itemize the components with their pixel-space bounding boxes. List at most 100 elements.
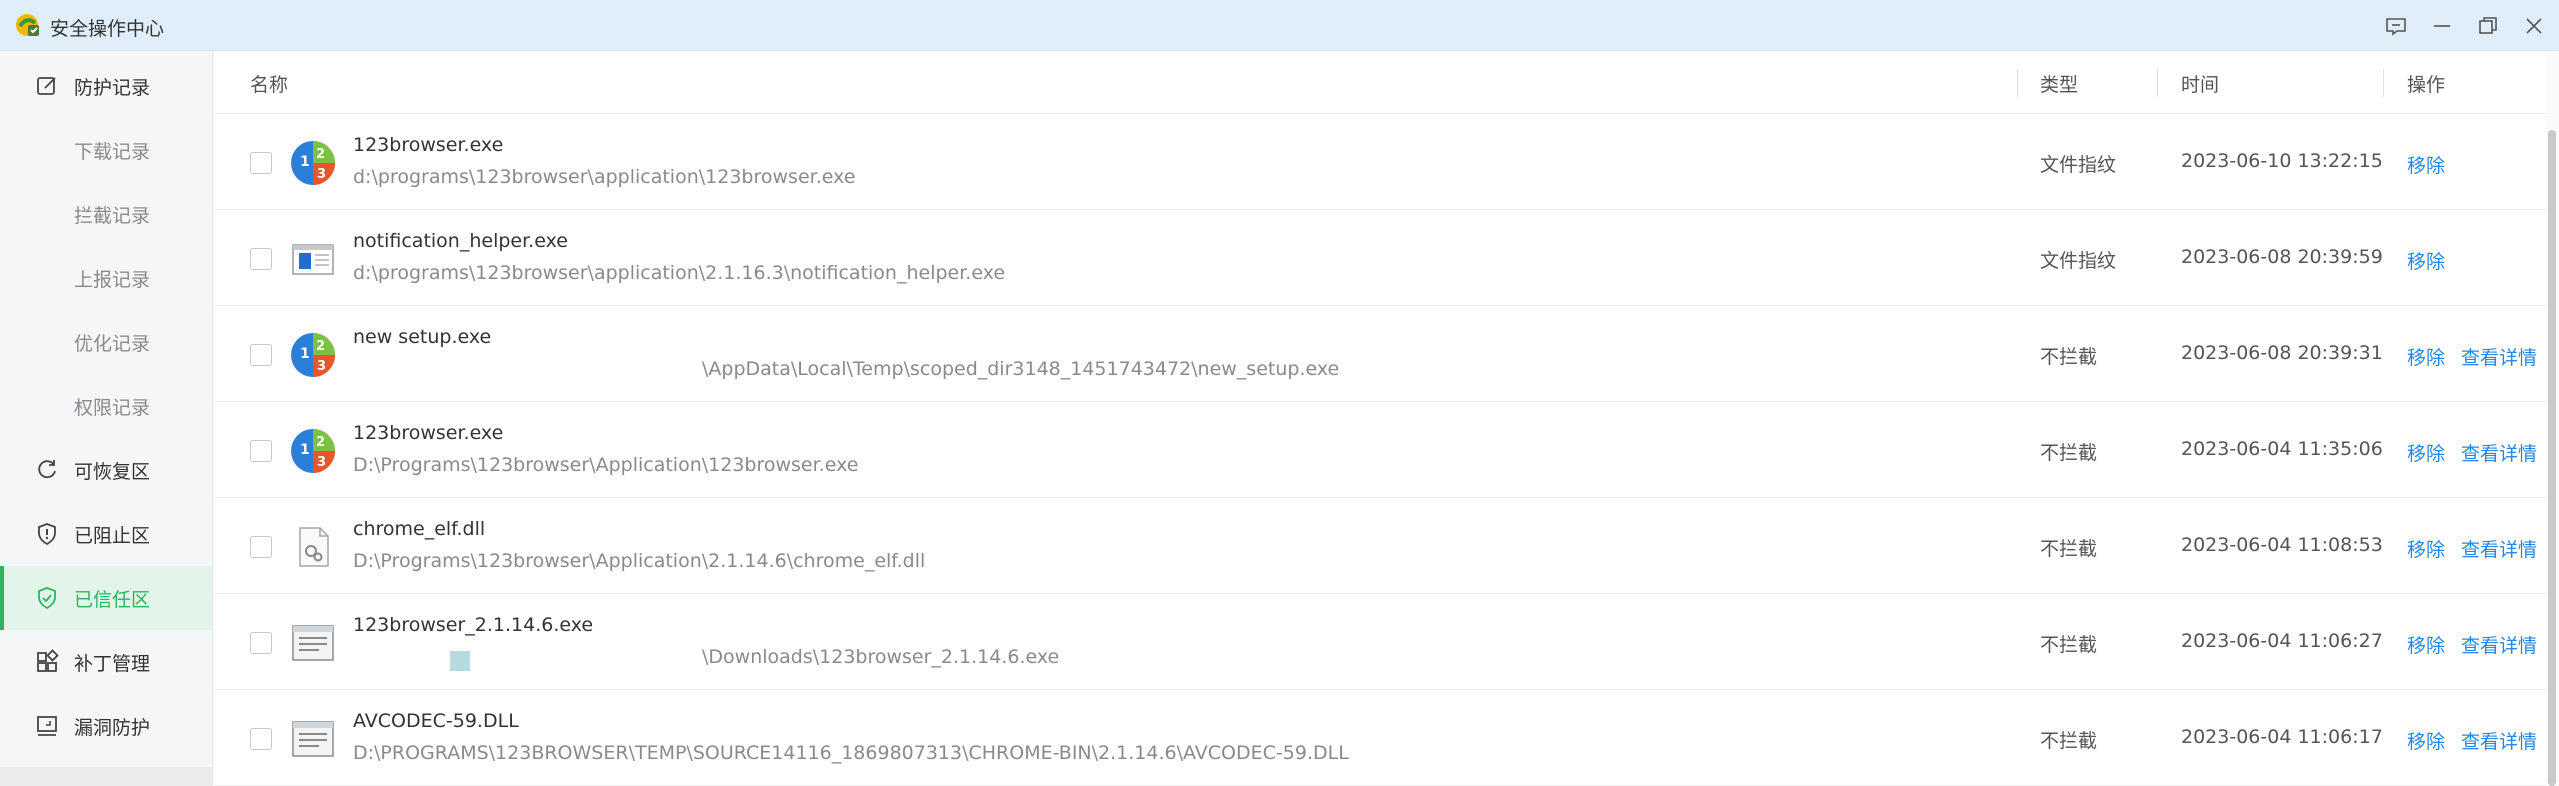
remove-link[interactable]: 移除 [2407,631,2445,658]
row-checkbox[interactable] [250,152,272,174]
restore-icon [2479,17,2497,34]
column-divider[interactable] [2017,69,2018,97]
trust-type: 文件指纹 [2040,154,2117,176]
view-details-link[interactable]: 查看详情 [2461,439,2537,466]
trust-type: 不拦截 [2040,442,2098,464]
sidebar-item-label: 可恢复区 [74,460,151,483]
row-checkbox[interactable] [250,440,272,462]
sidebar-item-label: 已阻止区 [74,524,151,547]
feedback-button[interactable] [2380,10,2412,42]
feedback-icon [2386,18,2406,36]
column-divider[interactable] [2157,69,2158,97]
window-title: 安全操作中心 [50,18,165,40]
trusted-list-panel: 名称 类型 时间 操作 123 123browser.exe d:\progra… [214,51,2559,786]
file-name: 123browser.exe [353,134,504,156]
table-header: 名称 类型 时间 操作 [214,51,2559,114]
column-header-type[interactable]: 类型 [2040,70,2078,97]
edit-icon [34,73,60,99]
refresh-icon [34,457,60,483]
table-row[interactable]: 12 3 new setup.exe \AppData\Local\Temp\sc… [214,306,2559,402]
scrollbar-thumb[interactable] [2548,130,2556,786]
remove-link[interactable]: 移除 [2407,727,2445,754]
app-logo-icon [16,14,39,36]
grid-icon [34,649,60,675]
row-checkbox[interactable] [250,632,272,654]
table-row[interactable]: 12 3 123browser.exe d:\programs\123browse… [214,114,2559,210]
table-row[interactable]: 12 3 123browser.exe D:\Programs\123browse… [214,402,2559,498]
file-path: \AppData\Local\Temp\scoped_dir3148_14517… [702,358,1340,380]
redacted-block [450,651,470,671]
browser-app-icon: 12 3 [290,332,336,378]
sidebar-item-patch-management[interactable]: 补丁管理 [0,630,212,694]
sidebar-item-protection-records[interactable]: 防护记录 [0,54,212,118]
sidebar-item-label: 已信任区 [74,588,151,611]
sidebar-item-label: 上报记录 [74,268,151,291]
svg-text:3: 3 [317,455,326,470]
file-path: D:\Programs\123browser\Application\2.1.1… [353,550,926,572]
sidebar-item-blocked[interactable]: 已阻止区 [0,502,212,566]
sidebar-item-label: 下载记录 [74,140,151,163]
view-details-link[interactable]: 查看详情 [2461,535,2537,562]
title-bar: 安全操作中心 [0,0,2559,51]
trust-type: 不拦截 [2040,634,2098,656]
sidebar-item-block-records[interactable]: 拦截记录 [0,182,212,246]
trust-type: 不拦截 [2040,346,2098,368]
view-details-link[interactable]: 查看详情 [2461,727,2537,754]
remove-link[interactable]: 移除 [2407,535,2445,562]
column-header-time[interactable]: 时间 [2181,70,2219,97]
close-button[interactable] [2518,10,2550,42]
table-row[interactable]: notification_helper.exe d:\programs\123b… [214,210,2559,306]
row-checkbox[interactable] [250,248,272,270]
view-details-link[interactable]: 查看详情 [2461,631,2537,658]
file-path: d:\programs\123browser\application\123br… [353,166,856,188]
column-header-action: 操作 [2407,74,2446,96]
sidebar-item-trusted[interactable]: 已信任区 [0,566,212,630]
minimize-button[interactable] [2426,10,2458,42]
trust-time: 2023-06-04 11:08:53 [2181,534,2383,556]
sidebar-item-label: 优化记录 [74,332,151,355]
view-details-link[interactable]: 查看详情 [2461,343,2537,370]
file-path: \Downloads\123browser_2.1.14.6.exe [702,646,1060,668]
sidebar-item-download-records[interactable]: 下载记录 [0,118,212,182]
file-path: D:\PROGRAMS\123BROWSER\TEMP\SOURCE14116_… [353,742,1349,764]
row-checkbox[interactable] [250,728,272,750]
sidebar-item-vulnerability-protection[interactable]: 漏洞防护 [0,694,212,758]
dll-file-icon [290,524,336,570]
file-name: notification_helper.exe [353,230,568,252]
restore-button[interactable] [2472,10,2504,42]
column-header-name[interactable]: 名称 [250,70,288,97]
sidebar-item-label: 补丁管理 [74,652,151,675]
sidebar-item-report-records[interactable]: 上报记录 [0,246,212,310]
column-divider[interactable] [2383,69,2384,97]
remove-link[interactable]: 移除 [2407,247,2445,274]
monitor-icon [34,713,60,739]
shield-check-icon [34,585,60,611]
remove-link[interactable]: 移除 [2407,343,2445,370]
file-name: AVCODEC-59.DLL [353,710,519,732]
remove-link[interactable]: 移除 [2407,439,2445,466]
row-checkbox[interactable] [250,536,272,558]
sidebar-item-optimize-records[interactable]: 优化记录 [0,310,212,374]
trust-time: 2023-06-10 13:22:15 [2181,150,2383,172]
trust-time: 2023-06-08 20:39:31 [2181,342,2383,364]
table-row[interactable]: chrome_elf.dll D:\Programs\123browser\Ap… [214,498,2559,594]
installer-icon [290,716,336,762]
file-path: D:\Programs\123browser\Application\123br… [353,454,859,476]
trust-time: 2023-06-04 11:35:06 [2181,438,2383,460]
svg-text:2: 2 [316,147,325,162]
sidebar-item-recoverable[interactable]: 可恢复区 [0,438,212,502]
table-row[interactable]: AVCODEC-59.DLL D:\PROGRAMS\123BROWSER\TE… [214,690,2559,786]
row-checkbox[interactable] [250,344,272,366]
file-name: new setup.exe [353,326,492,348]
sidebar-item-permission-records[interactable]: 权限记录 [0,374,212,438]
table-row[interactable]: 123browser_2.1.14.6.exe \Downloads\123br… [214,594,2559,690]
svg-text:1: 1 [300,442,310,458]
sidebar-item-label: 权限记录 [74,396,151,419]
shield-alert-icon [34,521,60,547]
remove-link[interactable]: 移除 [2407,151,2445,178]
minimize-icon [2434,25,2450,27]
browser-app-icon: 12 3 [290,428,336,474]
trust-time: 2023-06-08 20:39:59 [2181,246,2383,268]
file-path: d:\programs\123browser\application\2.1.1… [353,262,1006,284]
sidebar-item-label: 拦截记录 [74,204,151,227]
